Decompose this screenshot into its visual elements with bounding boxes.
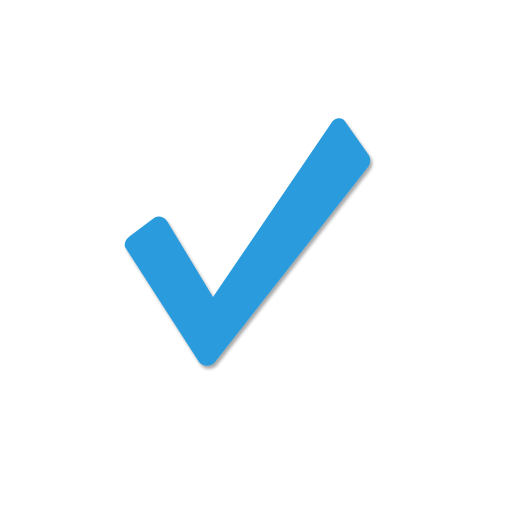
icon-canvas — [0, 0, 512, 512]
checkmark-icon — [124, 118, 371, 366]
checkmark-shape — [124, 118, 371, 366]
